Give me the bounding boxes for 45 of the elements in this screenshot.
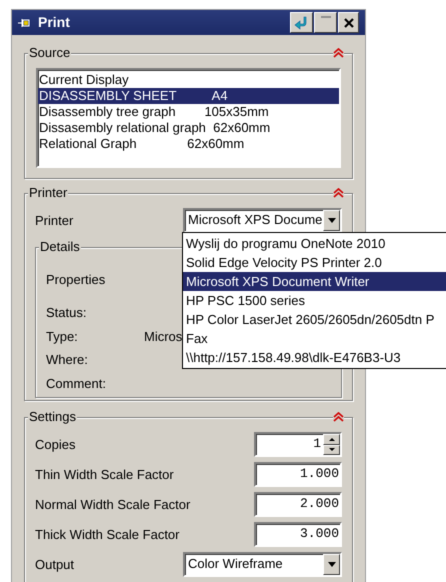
list-item[interactable]: Dissasembly relational graph 62x60mm <box>38 120 339 136</box>
window-title: Print <box>38 13 70 32</box>
source-list[interactable]: Current Display DISASSEMBLY SHEET A4 Disassembly tree graph 105x35mm Dissasembly relational graph 62x60mm Relational Graph 62x60mm <box>36 68 341 168</box>
dropdown-item[interactable]: \\http://157.158.49.98\dlk-E476B3-U3 <box>183 348 446 367</box>
close-icon <box>344 18 354 28</box>
collapse-chevron-icon[interactable] <box>333 412 344 422</box>
dropdown-item[interactable]: HP PSC 1500 series <box>183 291 446 310</box>
printer-select[interactable]: Microsoft XPS Docume <box>183 208 342 233</box>
minimize-button[interactable] <box>314 12 337 33</box>
list-item[interactable]: Relational Graph 62x60mm <box>38 136 339 152</box>
dropdown-item[interactable]: Wyslij do programu OneNote 2010 <box>183 234 446 253</box>
number-field[interactable]: 3.000 <box>254 522 342 547</box>
field-label: Where: <box>46 351 89 370</box>
printer-dropdown-list[interactable]: Wyslij do programu OneNote 2010 Solid Edge Velocity PS Printer 2.0 Microsoft XPS Document Writer HP PSC 1500 series HP Color LaserJet 2605/2605dn/2605dtn P Fax \\http://157.158.49.98\dlk-E476B3-U3 <box>182 232 446 369</box>
dropdown-item[interactable]: Fax <box>183 329 446 348</box>
list-item[interactable]: Current Display <box>38 72 339 88</box>
field-label: Copies <box>35 436 76 454</box>
field-label: Comment: <box>46 375 107 394</box>
dropdown-item[interactable]: HP Color LaserJet 2605/2605dn/2605dtn P <box>183 310 446 329</box>
return-button[interactable] <box>290 12 313 33</box>
dropdown-item[interactable]: Microsoft XPS Document Writer <box>183 272 446 291</box>
field-value: Micros <box>144 328 182 346</box>
field-label: Output <box>35 556 74 574</box>
list-item[interactable]: DISASSEMBLY SHEET A4 <box>38 88 339 104</box>
field-label: Type: <box>46 328 79 346</box>
list-item[interactable]: Disassembly tree graph 105x35mm <box>38 104 339 120</box>
collapse-chevron-icon[interactable] <box>333 188 344 198</box>
field-label: Thick Width Scale Factor <box>35 526 180 544</box>
spin-field[interactable]: 1 <box>254 432 342 457</box>
return-arrow-icon <box>294 16 310 30</box>
spin-arrows-icon[interactable] <box>323 434 340 455</box>
pin-icon <box>18 18 32 28</box>
properties-label: Properties <box>46 272 106 287</box>
close-button[interactable] <box>338 12 359 33</box>
field-label: Thin Width Scale Factor <box>35 466 174 484</box>
group-title: Settings <box>28 409 77 425</box>
output-select[interactable]: Color Wireframe <box>183 552 342 577</box>
number-field[interactable]: 2.000 <box>254 492 342 517</box>
field-label: Normal Width Scale Factor <box>35 496 190 514</box>
collapse-chevron-icon[interactable] <box>333 48 344 58</box>
minimize-icon <box>320 16 330 19</box>
field-label: Printer <box>35 212 74 230</box>
field-label: Status: <box>46 304 88 322</box>
dropdown-item[interactable]: Solid Edge Velocity PS Printer 2.0 <box>183 253 446 272</box>
number-field[interactable]: 1.000 <box>254 462 342 487</box>
